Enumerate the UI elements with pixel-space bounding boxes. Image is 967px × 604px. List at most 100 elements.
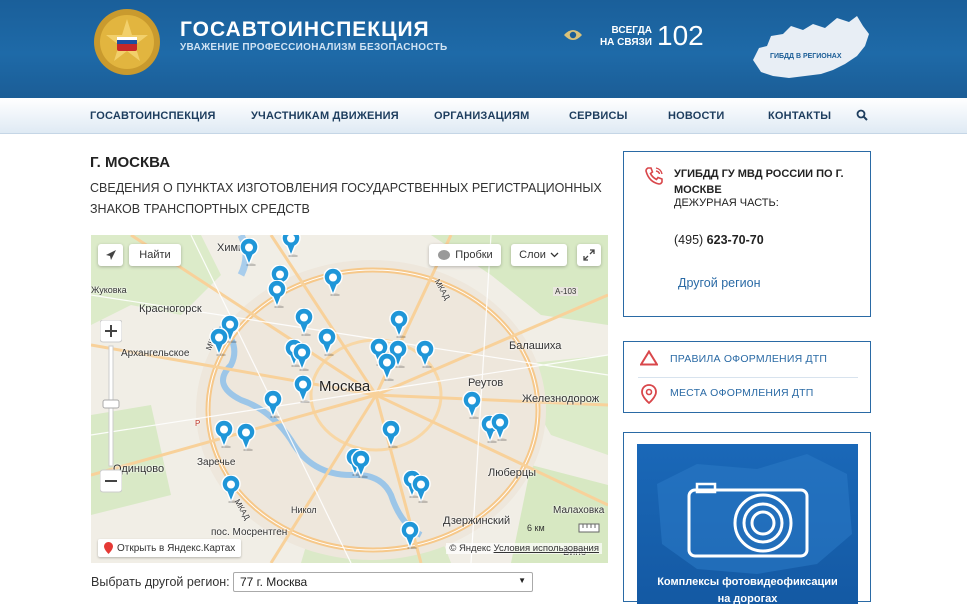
yandex-map[interactable]: Химки Красногорск Архангельское Москва Б… bbox=[91, 235, 608, 563]
accident-places-link[interactable]: МЕСТА ОФОРМЛЕНИЯ ДТП bbox=[670, 387, 814, 399]
gibdd-emblem-logo[interactable] bbox=[92, 7, 162, 77]
service-point-pin-icon[interactable] bbox=[294, 308, 314, 336]
accident-links-card: ПРАВИЛА ОФОРМЛЕНИЯ ДТП МЕСТА ОФОРМЛЕНИЯ … bbox=[623, 341, 871, 413]
service-point-pin-icon[interactable] bbox=[209, 328, 229, 356]
fullscreen-button[interactable] bbox=[577, 244, 601, 266]
terms-link[interactable]: Условия использования bbox=[494, 543, 599, 554]
main-nav: ГОСАВТОИНСПЕКЦИЯ УЧАСТНИКАМ ДВИЖЕНИЯ ОРГ… bbox=[0, 98, 967, 134]
divider bbox=[638, 377, 858, 378]
map-label-balashikha: Балашиха bbox=[509, 340, 562, 352]
zoom-control[interactable] bbox=[100, 320, 122, 495]
nav-item-contacts[interactable]: КОНТАКТЫ bbox=[768, 110, 831, 122]
map-label-zarechye: Заречье bbox=[197, 457, 236, 468]
dropdown-arrow-icon: ▼ bbox=[518, 576, 526, 585]
ruler-icon[interactable] bbox=[578, 523, 600, 533]
service-point-pin-icon[interactable] bbox=[389, 310, 409, 338]
service-point-pin-icon[interactable] bbox=[221, 475, 241, 503]
service-point-pin-icon[interactable] bbox=[415, 340, 435, 368]
region-select-label: Выбрать другой регион: bbox=[91, 575, 230, 589]
phone-code: (495) bbox=[674, 233, 704, 247]
traffic-icon bbox=[438, 250, 451, 260]
warning-triangle-icon bbox=[640, 350, 658, 366]
map-label-arkhangelskoe: Архангельское bbox=[121, 348, 190, 359]
map-label-zheleznodorozhny: Железнодорож bbox=[522, 393, 600, 405]
map-label-lyubertsy: Люберцы bbox=[488, 467, 537, 479]
copyright-text: © Яндекс bbox=[449, 543, 491, 554]
map-scale: 6 км bbox=[527, 523, 545, 533]
map-find-button[interactable]: Найти bbox=[129, 244, 181, 266]
service-point-pin-icon[interactable] bbox=[281, 235, 301, 257]
location-pin-icon bbox=[641, 384, 657, 404]
site-title[interactable]: ГОСАВТОИНСПЕКЦИЯ bbox=[180, 18, 430, 42]
geolocation-button[interactable] bbox=[98, 244, 123, 266]
service-point-pin-icon[interactable] bbox=[490, 413, 510, 441]
map-label-moskva: Москва bbox=[319, 378, 371, 395]
service-point-pin-icon[interactable] bbox=[263, 390, 283, 418]
service-point-pin-icon[interactable] bbox=[323, 268, 343, 296]
nav-item-participants[interactable]: УЧАСТНИКАМ ДВИЖЕНИЯ bbox=[251, 110, 399, 122]
nav-item-gosavtoinspektsiya[interactable]: ГОСАВТОИНСПЕКЦИЯ bbox=[90, 110, 216, 122]
map-copyright: © Яндекс Условия использования bbox=[446, 543, 602, 554]
other-region-link[interactable]: Другой регион bbox=[678, 276, 761, 290]
duty-phone[interactable]: (495) 623-70-70 bbox=[674, 233, 764, 247]
always-line-2: НА СВЯЗИ bbox=[599, 37, 652, 48]
banner-line-1: Комплексы фотовидеофиксации bbox=[657, 576, 838, 588]
service-point-pin-icon[interactable] bbox=[381, 420, 401, 448]
service-point-pin-icon[interactable] bbox=[400, 521, 420, 549]
accident-rules-link[interactable]: ПРАВИЛА ОФОРМЛЕНИЯ ДТП bbox=[670, 353, 827, 365]
service-point-pin-icon[interactable] bbox=[239, 238, 259, 266]
page-title: Г. МОСКВА bbox=[90, 154, 171, 171]
nav-item-news[interactable]: НОВОСТИ bbox=[668, 110, 724, 122]
regions-label[interactable]: ГИБДД В РЕГИОНАХ bbox=[770, 53, 842, 60]
page-subtitle: СВЕДЕНИЯ О ПУНКТАХ ИЗГОТОВЛЕНИЯ ГОСУДАРС… bbox=[90, 181, 602, 216]
service-point-pin-icon[interactable] bbox=[377, 353, 397, 381]
traffic-label: Пробки bbox=[455, 249, 493, 261]
banner-card: Комплексы фотовидеофиксации на дорогах bbox=[623, 432, 871, 604]
region-select[interactable]: 77 г. Москва ▼ bbox=[233, 572, 533, 592]
photo-video-fixation-banner[interactable]: Комплексы фотовидеофиксации на дорогах bbox=[637, 444, 858, 604]
map-marker-icon bbox=[104, 542, 113, 554]
eye-icon[interactable] bbox=[563, 28, 583, 42]
service-point-pin-icon[interactable] bbox=[292, 343, 312, 371]
service-point-pin-icon[interactable] bbox=[293, 375, 313, 403]
map-label-reutov: Реутов bbox=[468, 377, 504, 389]
map-label-nikoly: Никол bbox=[291, 505, 317, 515]
traffic-button[interactable]: Пробки bbox=[429, 244, 501, 266]
nav-item-services[interactable]: СЕРВИСЫ bbox=[569, 110, 628, 122]
region-select-value: 77 г. Москва bbox=[240, 575, 308, 589]
service-point-pin-icon[interactable] bbox=[462, 391, 482, 419]
phone-number: 623-70-70 bbox=[706, 233, 764, 247]
open-in-yandex-maps-link[interactable]: Открыть в Яндекс.Картах bbox=[98, 539, 242, 557]
service-point-pin-icon[interactable] bbox=[214, 420, 234, 448]
banner-line-2: на дорогах bbox=[717, 593, 778, 604]
site-header: ГОСАВТОИНСПЕКЦИЯ УВАЖЕНИЕ ПРОФЕССИОНАЛИЗ… bbox=[0, 0, 967, 98]
chevron-down-icon bbox=[550, 252, 559, 258]
map-label-zhukovka: Жуковка bbox=[91, 285, 127, 295]
open-in-yandex-label: Открыть в Яндекс.Картах bbox=[117, 542, 236, 554]
layers-label: Слои bbox=[519, 249, 546, 261]
always-available-label: ВСЕГДА НА СВЯЗИ bbox=[596, 25, 652, 49]
map-label-mosrentgen: пос. Мосрентген bbox=[211, 527, 288, 538]
map-label-r1: Р bbox=[195, 419, 201, 428]
department-name: УГИБДД ГУ МВД РОССИИ ПО Г. МОСКВЕ bbox=[674, 168, 844, 196]
phone-icon bbox=[645, 167, 663, 185]
service-point-pin-icon[interactable] bbox=[236, 423, 256, 451]
site-slogan: УВАЖЕНИЕ ПРОФЕССИОНАЛИЗМ БЕЗОПАСНОСТЬ bbox=[180, 42, 448, 53]
service-point-pin-icon[interactable] bbox=[411, 475, 431, 503]
hotline-number[interactable]: 102 bbox=[657, 20, 704, 52]
service-point-pin-icon[interactable] bbox=[317, 328, 337, 356]
map-label-krasnogorsk: Красногорск bbox=[139, 303, 202, 315]
service-point-pin-icon[interactable] bbox=[267, 280, 287, 308]
locate-arrow-icon bbox=[105, 250, 116, 260]
nav-item-organizations[interactable]: ОРГАНИЗАЦИЯМ bbox=[434, 110, 529, 122]
duty-label: ДЕЖУРНАЯ ЧАСТЬ: bbox=[674, 197, 779, 209]
service-point-pin-icon[interactable] bbox=[351, 450, 371, 478]
expand-icon bbox=[583, 249, 595, 261]
contact-card: УГИБДД ГУ МВД РОССИИ ПО Г. МОСКВЕ ДЕЖУРН… bbox=[623, 151, 871, 317]
russia-regions-map-icon[interactable] bbox=[745, 12, 873, 84]
map-label-malakhovka: Малаховка bbox=[553, 505, 605, 516]
layers-button[interactable]: Слои bbox=[511, 244, 567, 266]
map-label-dzerzhinsky: Дзержинский bbox=[443, 515, 511, 527]
map-label-a103: A-103 bbox=[553, 287, 579, 296]
search-icon[interactable] bbox=[856, 109, 868, 121]
